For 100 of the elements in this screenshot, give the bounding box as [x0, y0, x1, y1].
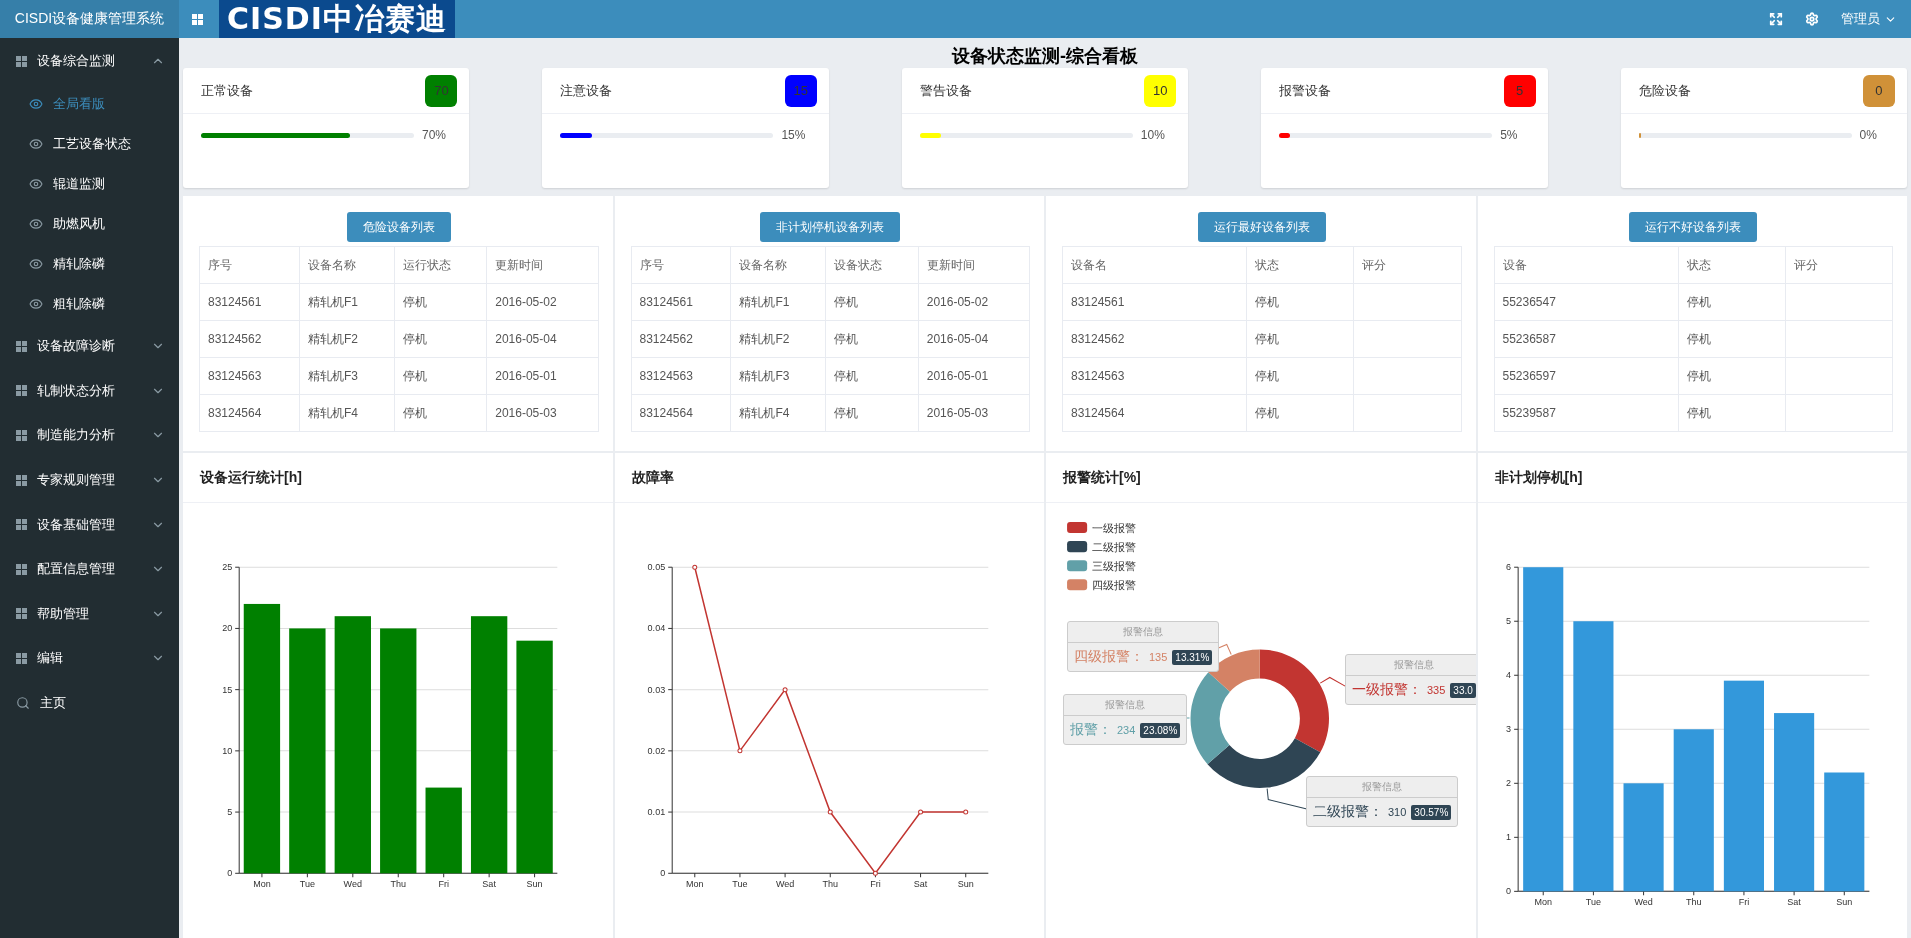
menu-group[interactable]: 轧制状态分析: [0, 368, 179, 414]
count-badge: 0: [1863, 74, 1895, 107]
column-header: 评分: [1353, 246, 1461, 284]
menu-group[interactable]: 编辑: [0, 636, 179, 681]
tooltip-value: 234: [1117, 724, 1136, 736]
list-button[interactable]: 非计划停机设备列表: [760, 212, 901, 242]
menu-item[interactable]: 助燃风机: [0, 204, 179, 244]
menu-item[interactable]: 全局看版: [0, 84, 179, 124]
axis-label: 4: [1505, 670, 1511, 681]
settings-button[interactable]: [1805, 12, 1819, 26]
percent-label: 10%: [1140, 128, 1165, 142]
grid-icon: [16, 55, 27, 67]
card-title: 报警设备: [1279, 81, 1332, 100]
menu-item[interactable]: 粗轧除磷: [0, 284, 179, 324]
tooltip-value: 310: [1388, 806, 1407, 818]
menu-label: 设备故障诊断: [37, 337, 116, 356]
data-point: [872, 870, 878, 876]
axis-label: 15: [222, 684, 233, 695]
eye-icon: [29, 297, 43, 311]
card-title: 警告设备: [919, 81, 972, 100]
table-cell: 停机: [1246, 357, 1354, 395]
count-badge: 15: [784, 74, 817, 107]
axis-label: Fri: [1738, 897, 1749, 908]
card-title: 注意设备: [560, 81, 613, 100]
tooltip-value: 335: [1427, 684, 1446, 696]
menu-label: 配置信息管理: [37, 560, 116, 579]
axis-label: 0.04: [647, 623, 665, 634]
menu-label: 专家规则管理: [37, 471, 116, 490]
data-point: [962, 809, 968, 815]
count-badge: 10: [1144, 74, 1177, 107]
axis-label: Thu: [390, 879, 407, 890]
menu-label: 轧制状态分析: [37, 381, 116, 400]
axis-label: Fri: [438, 879, 449, 890]
column-header: 设备名称: [299, 246, 395, 284]
menu-label: 编辑: [37, 649, 64, 668]
table-cell: 55236587: [1494, 320, 1679, 358]
table-cell: 55236547: [1494, 283, 1679, 321]
grid-icon: [16, 340, 27, 352]
table-cell: 83124564: [1062, 394, 1247, 432]
table-cell: 2016-05-03: [486, 394, 598, 432]
axis-label: Wed: [1633, 897, 1653, 908]
axis-label: 25: [222, 562, 233, 573]
tooltip-percent: 23.08%: [1140, 722, 1181, 738]
axis-label: 0.02: [647, 745, 665, 756]
list-button[interactable]: 运行最好设备列表: [1197, 212, 1326, 242]
chart-title: 报警统计[%]: [1046, 453, 1476, 503]
menu-group[interactable]: 设备综合监测: [0, 38, 179, 84]
column-header: 序号: [631, 246, 731, 284]
menu-group[interactable]: 主页: [0, 680, 179, 726]
menu-group[interactable]: 配置信息管理: [0, 546, 179, 592]
menu-group[interactable]: 帮助管理: [0, 591, 179, 637]
list-button[interactable]: 运行不好设备列表: [1629, 212, 1758, 242]
menu-label: 主页: [40, 694, 67, 713]
data-point: [736, 748, 742, 754]
menu-group[interactable]: 设备基础管理: [0, 502, 179, 547]
table-cell: 83124561: [199, 283, 300, 321]
axis-label: 0: [227, 868, 233, 879]
column-header: 序号: [199, 246, 300, 284]
count-badge: 5: [1503, 74, 1536, 107]
axis-label: 0.03: [647, 684, 665, 695]
legend-swatch: [1067, 560, 1088, 572]
table-cell: 停机: [394, 394, 487, 432]
card-title: 正常设备: [201, 81, 253, 100]
menu-label: 帮助管理: [37, 604, 90, 623]
user-menu[interactable]: 管理员: [1841, 10, 1897, 28]
tooltip-title: 报警信息: [1307, 777, 1458, 798]
axis-label: Tue: [731, 879, 748, 890]
column-header: 设备状态: [826, 246, 919, 284]
menu-group[interactable]: 制造能力分析: [0, 413, 179, 458]
table-cell: 55236597: [1494, 357, 1679, 395]
table-cell: 精轧机F4: [730, 394, 826, 432]
menu-item[interactable]: 辊道监测: [0, 164, 179, 204]
menu-group[interactable]: 设备故障诊断: [0, 324, 179, 369]
app-title: CISDI设备健康管理系统: [0, 0, 179, 38]
axis-label: Sat: [482, 879, 496, 890]
axis-label: Sun: [526, 879, 543, 890]
table-cell: 精轧机F4: [299, 394, 395, 432]
axis-label: Sun: [957, 879, 974, 890]
menu-group[interactable]: 专家规则管理: [0, 457, 179, 503]
axis-label: Mon: [253, 879, 271, 890]
list-button[interactable]: 危险设备列表: [346, 212, 451, 242]
grid-icon: [16, 608, 27, 620]
table-cell: 2016-05-01: [918, 357, 1030, 395]
axis-label: 5: [1505, 616, 1511, 627]
search-icon: [16, 696, 30, 711]
table-cell: 55239587: [1494, 394, 1679, 432]
column-header: 更新时间: [918, 246, 1030, 284]
menu-item[interactable]: 工艺设备状态: [0, 124, 179, 164]
table-cell: 精轧机F3: [299, 357, 395, 395]
menu-label: 制造能力分析: [37, 426, 116, 445]
fullscreen-button[interactable]: [1769, 12, 1783, 26]
eye-icon: [29, 97, 43, 111]
table-cell: 停机: [826, 283, 919, 321]
menu-item[interactable]: 精轧除磷: [0, 244, 179, 284]
table-cell: 精轧机F3: [730, 357, 826, 395]
table-cell: 停机: [1678, 357, 1786, 395]
axis-label: 10: [222, 745, 233, 756]
tooltip-series: 四级报警：: [1074, 648, 1144, 666]
tooltip-percent: 13.31%: [1172, 649, 1213, 665]
table-cell: 停机: [394, 283, 487, 321]
